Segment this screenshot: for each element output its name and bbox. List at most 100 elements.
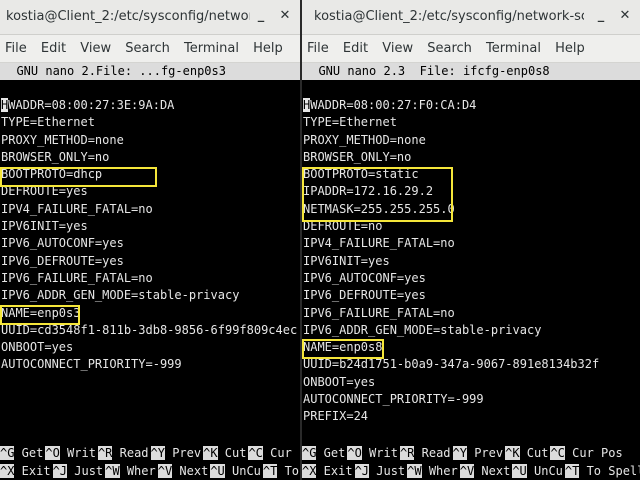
nano-shortcut: ^Y Prev (150, 444, 202, 462)
window-titlebar[interactable]: kostia@Client_2:/etc/sysconfig/network..… (0, 0, 300, 35)
close-icon[interactable]: ✕ (616, 7, 634, 25)
close-icon[interactable]: ✕ (276, 7, 294, 25)
menu-search[interactable]: Search (422, 35, 477, 62)
menu-terminal[interactable]: Terminal (481, 35, 546, 62)
shortcut-key: ^Y (452, 446, 467, 460)
menu-file[interactable]: File (0, 35, 32, 62)
nano-shortcut: ^X Exit (0, 462, 51, 480)
menu-terminal[interactable]: Terminal (179, 35, 244, 62)
nano-header: GNU nano 2.File: ...fg-enp0s3 (0, 63, 300, 80)
shortcut-key: ^X (302, 464, 317, 478)
shortcut-key: ^C (550, 446, 565, 460)
nano-shortcut: ^V Next (459, 462, 511, 480)
file-line: UUID=cd3548f1-811b-3db8-9856-6f99f809c4e… (1, 322, 298, 337)
file-line: IPV6_DEFROUTE=yes (1, 253, 124, 268)
file-line: IPV6_ADDR_GEN_MODE=stable-privacy (1, 288, 240, 303)
menu-file[interactable]: File (302, 35, 334, 62)
terminal-window-right[interactable]: kostia@Client_2:/etc/sysconfig/network-s… (302, 0, 640, 480)
shortcut-label: UnCu (526, 464, 563, 478)
shortcut-row: ^G Get ^O Writ ^R Read ^Y Prev ^K Cut ^C Cu… (0, 444, 300, 462)
shortcut-row: ^G Get ^O Writ ^R Read ^Y Prev ^K Cut ^C Cu… (302, 444, 640, 462)
nano-shortcut: ^X Exit (302, 462, 353, 480)
menu-search[interactable]: Search (120, 35, 175, 62)
nano-shortcut: ^T To S (262, 462, 300, 480)
nano-shortcut: ^C Cur Pos (550, 444, 623, 462)
nano-shortcut: ^U UnCu (210, 462, 261, 480)
file-line: IPV6_FAILURE_FATAL=no (303, 305, 455, 320)
shortcut-label: Next (474, 464, 511, 478)
shortcut-key: ^J (354, 464, 370, 478)
shortcut-key: ^Y (150, 446, 165, 460)
menu-edit[interactable]: Edit (338, 35, 373, 62)
file-line: HWADDR=08:00:27:F0:CA:D4 (303, 98, 477, 112)
file-line: BOOTPROTO=static (303, 167, 419, 182)
shortcut-key: ^V (157, 464, 173, 478)
shortcut-label: Prev (164, 446, 202, 460)
nano-shortcut: ^V Next (157, 462, 208, 480)
nano-shortcut: ^K Cut (505, 444, 548, 462)
shortcut-key: ^K (505, 446, 520, 460)
shortcut-label: Wher (119, 464, 156, 478)
shortcut-label: Wher (421, 464, 458, 478)
shortcut-key: ^R (97, 446, 113, 460)
file-line: IPV6_ADDR_GEN_MODE=stable-privacy (303, 322, 542, 337)
file-line: IPADDR=172.16.29.2 (303, 184, 434, 199)
nano-shortcut: ^J Just (52, 462, 104, 480)
shortcut-label: Writ (361, 446, 398, 460)
shortcut-key: ^W (105, 464, 120, 478)
terminal-area[interactable]: GNU nano 2.File: ...fg-enp0s3 HWADDR=08:… (0, 63, 300, 480)
file-line: BROWSER_ONLY=no (1, 149, 110, 164)
minimize-icon[interactable]: _ (252, 7, 270, 25)
menubar: File Edit View Search Terminal Help (0, 35, 300, 63)
file-content[interactable]: HWADDR=08:00:27:F0:CA:D4 TYPE=Ethernet P… (303, 97, 599, 426)
nano-shortcut: ^J Just (354, 462, 405, 480)
menu-view[interactable]: View (377, 35, 418, 62)
minimize-icon[interactable]: _ (592, 7, 610, 25)
shortcut-key: ^K (203, 446, 218, 460)
shortcut-label: Get (14, 446, 44, 460)
nano-shortcut: ^W Wher (407, 462, 458, 480)
file-content[interactable]: HWADDR=08:00:27:3E:9A:DA TYPE=Ethernet P… (1, 97, 297, 374)
menu-edit[interactable]: Edit (36, 35, 71, 62)
shortcut-label: Cut (519, 446, 549, 460)
window-titlebar[interactable]: kostia@Client_2:/etc/sysconfig/network-s… (302, 0, 640, 35)
shortcut-label: Cur (262, 446, 292, 460)
shortcut-label: Writ (59, 446, 96, 460)
file-line: PROXY_METHOD=none (303, 132, 426, 147)
menu-help[interactable]: Help (248, 35, 288, 62)
shortcut-key: ^U (512, 464, 527, 478)
terminal-window-left[interactable]: kostia@Client_2:/etc/sysconfig/network..… (0, 0, 300, 480)
file-line: NETMASK=255.255.255.0 (303, 201, 455, 216)
nano-shortcut: ^O Writ (45, 444, 96, 462)
file-line: ONBOOT=yes (303, 374, 376, 389)
shortcut-key: ^C (248, 446, 263, 460)
menu-view[interactable]: View (75, 35, 116, 62)
file-line: IPV6_DEFROUTE=yes (303, 288, 426, 303)
window-title: kostia@Client_2:/etc/sysconfig/network..… (6, 9, 250, 24)
nano-shortcuts: ^G Get ^O Writ ^R Read ^Y Prev ^K Cut ^C Cu… (302, 444, 640, 480)
file-line: TYPE=Ethernet (1, 115, 95, 130)
shortcut-key: ^T (262, 464, 278, 478)
shortcut-label: Cut (217, 446, 247, 460)
nano-shortcut: ^Y Prev (452, 444, 504, 462)
file-line: PROXY_METHOD=none (1, 132, 124, 147)
shortcut-label: UnCu (224, 464, 261, 478)
file-line: DEFROUTE=yes (1, 184, 88, 199)
menu-help[interactable]: Help (550, 35, 590, 62)
shortcut-key: ^J (52, 464, 68, 478)
shortcut-label: Just (67, 464, 104, 478)
terminal-area[interactable]: GNU nano 2.3 File: ifcfg-enp0s8 HWADDR=0… (302, 63, 640, 480)
shortcut-key: ^W (407, 464, 422, 478)
shortcut-row: ^X Exit ^J Just ^W Wher ^V Next ^U UnCu ^T To… (0, 462, 300, 480)
file-line: IPV6_AUTOCONF=yes (303, 270, 426, 285)
shortcut-label: Cur Pos (564, 446, 623, 460)
shortcut-label: Prev (466, 446, 504, 460)
window-title: kostia@Client_2:/etc/sysconfig/network-s… (314, 9, 584, 24)
shortcut-key: ^O (45, 446, 60, 460)
shortcut-key: ^X (0, 464, 15, 478)
nano-shortcut: ^C Cur (248, 444, 292, 462)
file-line: IPV4_FAILURE_FATAL=no (303, 236, 455, 251)
file-line: UUID=b24d1751-b0a9-347a-9067-891e8134b32… (303, 357, 600, 372)
nano-shortcut: ^O Writ (347, 444, 398, 462)
file-line: NAME=enp0s3 (1, 305, 81, 320)
